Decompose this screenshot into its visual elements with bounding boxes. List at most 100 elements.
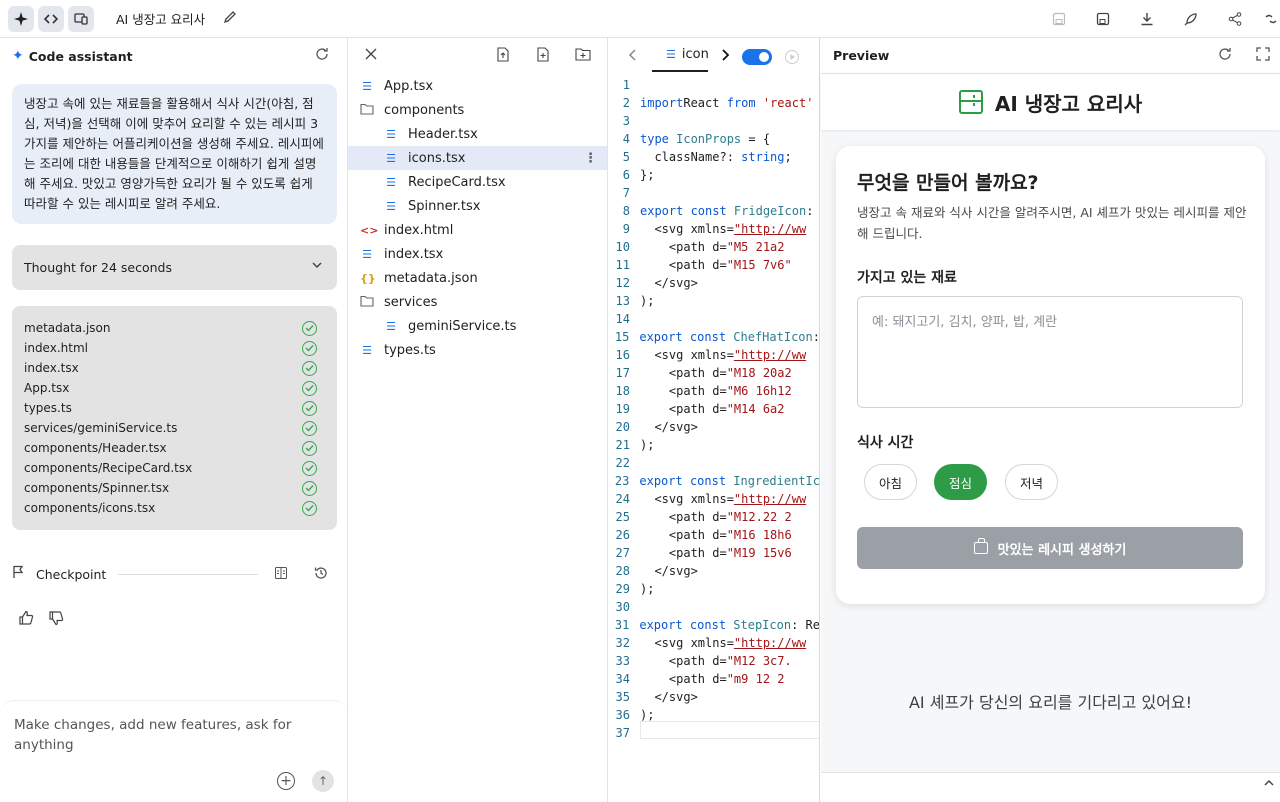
tab-icons-tsx[interactable]: ☰ icon bbox=[652, 38, 709, 72]
code-line: 5 className?: string; bbox=[608, 148, 819, 166]
code-text: ); bbox=[640, 438, 655, 452]
generated-file-row[interactable]: index.html bbox=[24, 338, 325, 358]
tree-folder[interactable]: services bbox=[348, 290, 607, 314]
pencil-icon[interactable] bbox=[223, 10, 237, 28]
code-line: 13); bbox=[608, 292, 819, 310]
tree-item-label: components bbox=[384, 102, 465, 118]
tree-item-label: RecipeCard.tsx bbox=[408, 174, 506, 190]
upload-file-icon[interactable] bbox=[496, 47, 510, 66]
generated-file-name: components/Spinner.tsx bbox=[24, 481, 170, 495]
code-text: export const ChefHatIcon: bbox=[639, 330, 820, 344]
tree-file[interactable]: ☰ geminiService.ts bbox=[348, 314, 607, 338]
tree-item-label: index.html bbox=[384, 222, 454, 238]
generate-recipe-button[interactable]: 맛있는 레시피 생성하기 bbox=[857, 527, 1243, 569]
code-icon[interactable] bbox=[38, 5, 64, 32]
download-icon[interactable] bbox=[1134, 6, 1160, 32]
code-line: 11 <path d="M15 7v6" bbox=[608, 256, 819, 274]
tree-folder[interactable]: components bbox=[348, 98, 607, 122]
code-text: <svg xmlns="http://ww bbox=[640, 636, 807, 650]
generated-file-name: App.tsx bbox=[24, 381, 70, 395]
assistant-header: ✦ Code assistant bbox=[0, 38, 347, 74]
device-icon[interactable] bbox=[68, 5, 94, 32]
tree-file[interactable]: ☰ RecipeCard.tsx bbox=[348, 170, 607, 194]
code-assistant-panel: ✦ Code assistant 냉장고 속에 있는 재료들을 활용해서 식사 … bbox=[0, 38, 348, 802]
composer-input[interactable]: Make changes, add new features, ask for … bbox=[14, 715, 314, 755]
file-lines-icon: ☰ bbox=[386, 199, 396, 213]
line-number: 16 bbox=[615, 348, 630, 362]
chevron-right-icon[interactable] bbox=[720, 48, 730, 66]
tree-file[interactable]: ☰ icons.tsx ⋮ bbox=[348, 146, 607, 170]
code-line: 17 <path d="M18 20a2 bbox=[608, 364, 819, 382]
code-line: 1 bbox=[608, 76, 819, 94]
generated-file-name: components/Header.tsx bbox=[24, 441, 167, 455]
line-number: 20 bbox=[615, 420, 630, 434]
tree-file[interactable]: ☰ types.ts bbox=[348, 338, 607, 362]
tree-item-label: types.ts bbox=[384, 342, 436, 358]
add-icon[interactable]: + bbox=[277, 772, 295, 790]
generated-file-row[interactable]: components/RecipeCard.tsx bbox=[24, 458, 325, 478]
meal-option-lunch[interactable]: 점심 bbox=[934, 464, 987, 500]
generated-file-row[interactable]: metadata.json bbox=[24, 318, 325, 338]
code-lines[interactable]: 1 2 importReact from 'react' 3 4 type IconPro… bbox=[608, 76, 820, 742]
tree-file[interactable]: ☰ Header.tsx bbox=[348, 122, 607, 146]
chevron-up-icon[interactable] bbox=[1264, 777, 1274, 790]
line-number: 17 bbox=[615, 366, 630, 380]
code-text: }; bbox=[640, 168, 655, 182]
share-icon[interactable] bbox=[1222, 6, 1248, 32]
tree-file[interactable]: ☰ Spinner.tsx bbox=[348, 194, 607, 218]
generated-file-row[interactable]: services/geminiService.ts bbox=[24, 418, 325, 438]
thought-toggle[interactable]: Thought for 24 seconds bbox=[12, 245, 337, 290]
code-line: 21); bbox=[608, 436, 819, 454]
more-options-icon[interactable]: ⋮ bbox=[584, 151, 597, 166]
fullscreen-icon[interactable] bbox=[1256, 47, 1270, 64]
generated-file-row[interactable]: components/Header.tsx bbox=[24, 438, 325, 458]
flag-icon bbox=[12, 565, 26, 583]
meal-option-breakfast[interactable]: 아침 bbox=[864, 464, 917, 500]
tree-file[interactable]: ☰ App.tsx bbox=[348, 74, 607, 98]
generated-file-row[interactable]: types.ts bbox=[24, 398, 325, 418]
preview-toggle[interactable] bbox=[742, 49, 772, 65]
code-line: 27 <path d="M19 15v6 bbox=[608, 544, 819, 562]
refresh-icon[interactable] bbox=[315, 47, 329, 65]
thumbs-down-icon[interactable] bbox=[48, 610, 64, 630]
card-description: 냉장고 속 재료와 식사 시간을 알려주시면, AI 셰프가 맛있는 레시피를 … bbox=[857, 205, 1247, 241]
ingredients-textarea[interactable]: 예: 돼지고기, 김치, 양파, 밥, 계란 bbox=[857, 296, 1243, 408]
line-number: 29 bbox=[615, 582, 630, 596]
thumbs-up-icon[interactable] bbox=[18, 610, 34, 630]
generated-file-row[interactable]: index.tsx bbox=[24, 358, 325, 378]
chevron-left-icon[interactable] bbox=[628, 48, 638, 66]
user-prompt-bubble: 냉장고 속에 있는 재료들을 활용해서 식사 시간(아침, 점심, 저녁)을 선… bbox=[12, 84, 337, 224]
line-number: 36 bbox=[615, 708, 630, 722]
code-line: 25 <path d="M12.22 2 bbox=[608, 508, 819, 526]
generated-file-row[interactable]: components/Spinner.tsx bbox=[24, 478, 325, 498]
code-line: 14 bbox=[608, 310, 819, 328]
tree-file[interactable]: ☰ index.tsx bbox=[348, 242, 607, 266]
save-icon[interactable] bbox=[1046, 6, 1072, 32]
save-as-icon[interactable] bbox=[1090, 6, 1116, 32]
sparkle-icon[interactable] bbox=[8, 5, 34, 32]
meal-option-dinner[interactable]: 저녁 bbox=[1005, 464, 1058, 500]
compare-icon[interactable] bbox=[274, 566, 288, 584]
tree-file[interactable]: {} metadata.json bbox=[348, 266, 607, 290]
refresh-icon[interactable] bbox=[1218, 47, 1232, 64]
new-folder-icon[interactable] bbox=[575, 47, 591, 65]
chevron-down-icon bbox=[311, 259, 323, 274]
new-file-icon[interactable] bbox=[536, 47, 550, 66]
file-lines-icon: ☰ bbox=[362, 79, 372, 93]
close-icon[interactable] bbox=[365, 48, 377, 64]
generated-file-row[interactable]: App.tsx bbox=[24, 378, 325, 398]
tree-file[interactable]: <> index.html bbox=[348, 218, 607, 242]
run-icon[interactable] bbox=[784, 49, 800, 69]
history-icon[interactable] bbox=[314, 566, 328, 584]
deploy-rocket-icon[interactable] bbox=[1178, 6, 1204, 32]
link-icon[interactable] bbox=[1262, 6, 1280, 32]
generated-file-row[interactable]: components/icons.tsx bbox=[24, 498, 325, 518]
send-arrow-icon[interactable]: ↑ bbox=[312, 770, 334, 792]
line-number: 23 bbox=[614, 474, 630, 488]
code-line: 18 <path d="M6 16h12 bbox=[608, 382, 819, 400]
generate-button-label: 맛있는 레시피 생성하기 bbox=[997, 542, 1127, 558]
code-text: </svg> bbox=[640, 276, 698, 290]
